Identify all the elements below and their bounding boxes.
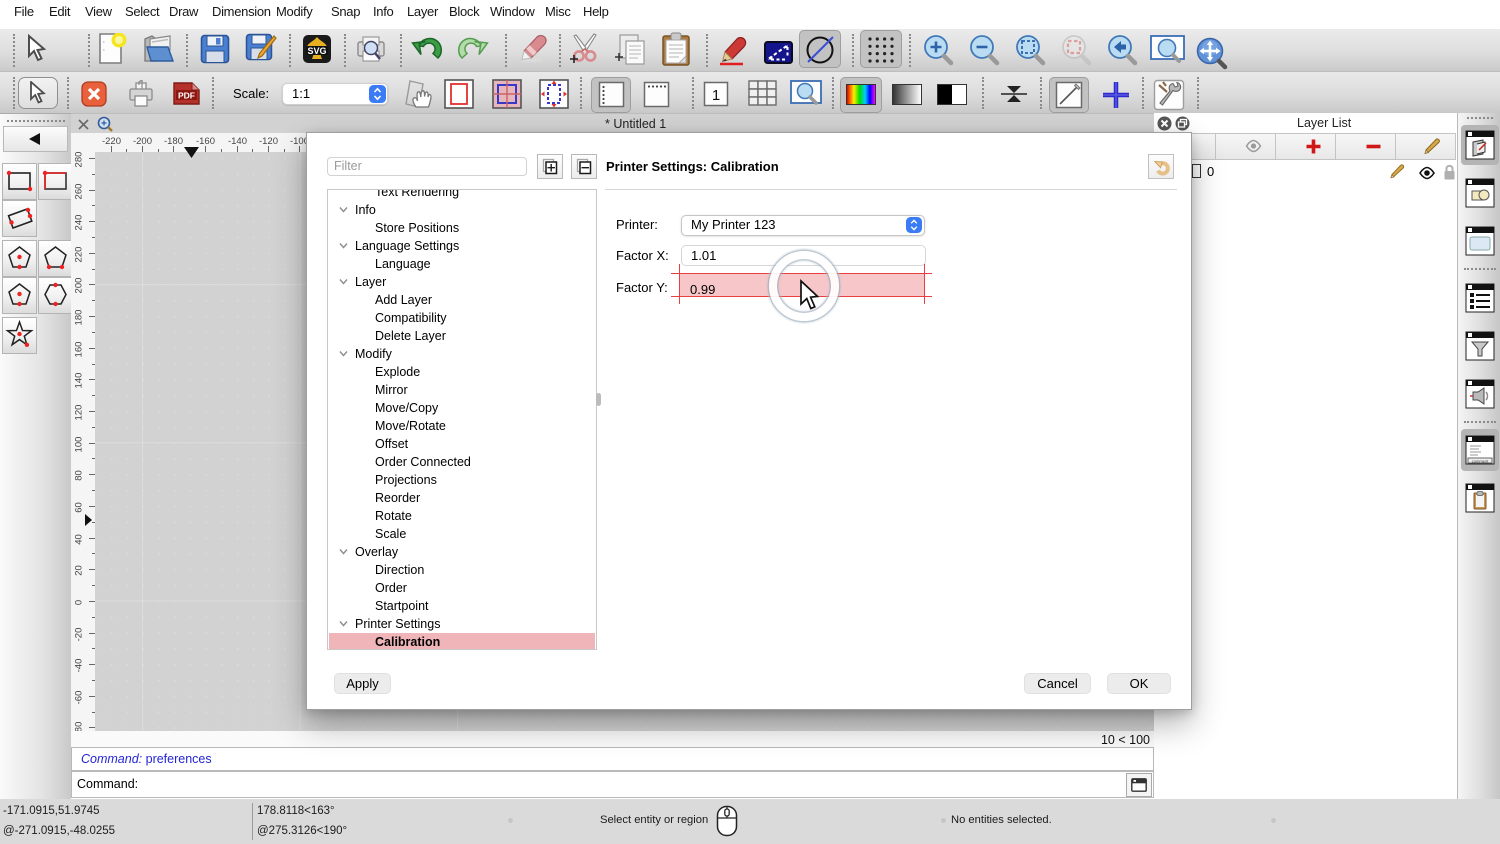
svg-text:PDF: PDF — [178, 91, 195, 101]
svg-text:1: 1 — [712, 87, 720, 104]
svg-text:comment: comment — [1472, 459, 1489, 464]
svg-text:SVG: SVG — [307, 46, 326, 56]
